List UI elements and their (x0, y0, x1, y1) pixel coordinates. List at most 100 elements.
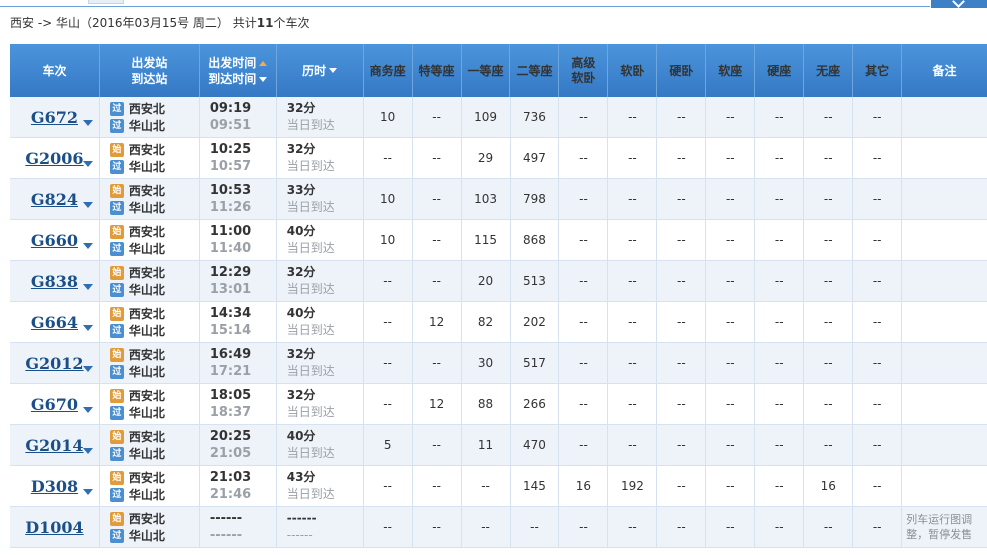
seat-availability: 10 (364, 97, 413, 137)
header-seat-9: 无座 (804, 44, 854, 97)
search-bar-strip (0, 0, 987, 8)
seat-count: -- (872, 397, 882, 411)
seat-count: -- (823, 356, 833, 370)
table-row: G664 始西安北过华山北 14:34 15:14 40分 当日到达 -- 12 82 202 --… (10, 302, 987, 343)
train-number-link[interactable]: G2012 (25, 354, 83, 373)
to-station: 过华山北 (109, 527, 165, 544)
seat-count: -- (725, 110, 735, 124)
duration: 33分 (286, 183, 316, 197)
stations-cell: 始西安北过华山北 (100, 507, 200, 547)
seat-count: -- (579, 356, 588, 370)
duration: 32分 (286, 265, 316, 279)
expand-details-icon[interactable] (82, 325, 93, 331)
seat-availability: -- (559, 179, 609, 219)
header-stations: 出发站 到达站 (100, 44, 200, 97)
train-number-link[interactable]: G660 (31, 231, 78, 250)
seat-availability: 103 (462, 179, 511, 219)
seat-count: -- (774, 315, 784, 329)
header-train: 车次 (10, 44, 100, 97)
arrival-day: 当日到达 (286, 323, 335, 337)
search-field-border (0, 6, 930, 7)
duration-cell: 32分 当日到达 (277, 138, 364, 178)
table-body: G672 过西安北过华山北 09:19 09:51 32分 当日到达 10 -- 109 736-… (10, 97, 987, 548)
train-number-link[interactable]: G838 (31, 272, 78, 291)
expand-details-icon[interactable] (82, 202, 93, 208)
seat-count: -- (579, 397, 588, 411)
train-number-link[interactable]: D308 (31, 477, 78, 496)
seat-count: -- (628, 274, 637, 288)
train-number-link[interactable]: G2014 (25, 436, 83, 455)
departure-time: 10:25 (209, 142, 252, 157)
departure-time: 14:34 (209, 306, 252, 321)
duration-cell: 40分 当日到达 (277, 302, 364, 342)
expand-details-icon[interactable] (82, 448, 93, 454)
from-station-name: 西安北 (128, 266, 165, 280)
train-number-link[interactable]: G664 (31, 313, 78, 332)
expand-details-icon[interactable] (82, 120, 93, 126)
seat-availability: 470 (511, 425, 560, 465)
arrival-day: 当日到达 (286, 118, 335, 132)
header-time-sort[interactable]: 出发时间 到达时间 (200, 44, 277, 97)
seat-count: 517 (523, 356, 546, 370)
expand-details-icon[interactable] (82, 161, 93, 167)
arrival-time: 10:57 (209, 159, 252, 174)
seat-availability: -- (706, 302, 756, 342)
table-row: G672 过西安北过华山北 09:19 09:51 32分 当日到达 10 -- 109 736 -… (10, 97, 987, 138)
from-station-name: 西安北 (128, 512, 165, 526)
seat-count: -- (872, 356, 882, 370)
seat-count: -- (579, 274, 588, 288)
from-station-name: 西安北 (128, 348, 165, 362)
seat-count: -- (677, 356, 686, 370)
seat-availability: -- (608, 425, 658, 465)
to-station-name: 华山北 (128, 160, 165, 174)
table-row: G824 始西安北过华山北 10:53 11:26 33分 当日到达 10 -- 103 798 -… (10, 179, 987, 220)
seat-count: -- (383, 274, 392, 288)
seat-availability: -- (853, 220, 903, 260)
from-station: 始西安北 (109, 387, 165, 404)
train-number-link[interactable]: G672 (31, 108, 78, 127)
to-station-name: 华山北 (128, 529, 165, 543)
seat-availability: -- (706, 179, 756, 219)
train-cell: G660 (10, 220, 100, 260)
arrival-time: 18:37 (209, 405, 252, 420)
seat-availability: -- (559, 97, 609, 137)
seat-count: -- (677, 315, 686, 329)
duration-cell: 32分 当日到达 (277, 261, 364, 301)
seat-availability: 12 (413, 302, 462, 342)
to-station-name: 华山北 (128, 365, 165, 379)
header-duration-sort[interactable]: 历时 (277, 44, 364, 97)
time-cell: 11:00 11:40 (200, 220, 277, 260)
table-row: G2014 始西安北过华山北 20:25 21:05 40分 当日到达 5 -- 11 470 --… (10, 425, 987, 466)
train-number-link[interactable]: G670 (31, 395, 78, 414)
departure-time: 21:03 (209, 470, 252, 485)
seat-count: 202 (523, 315, 546, 329)
search-field-button[interactable] (88, 0, 124, 4)
train-number-link[interactable]: G824 (31, 190, 78, 209)
search-dropdown-button[interactable] (931, 0, 987, 8)
expand-details-icon[interactable] (82, 284, 93, 290)
seat-count: -- (677, 397, 686, 411)
from-station: 始西安北 (109, 469, 165, 486)
from-station-name: 西安北 (128, 143, 165, 157)
expand-details-icon[interactable] (82, 366, 93, 372)
seat-count: -- (432, 520, 441, 534)
arrival-time: 11:40 (209, 241, 252, 256)
expand-details-icon[interactable] (82, 243, 93, 249)
stations-cell: 始西安北过华山北 (100, 425, 200, 465)
duration-cell: 40分 当日到达 (277, 425, 364, 465)
pass-badge-icon: 过 (109, 282, 124, 297)
train-number-link[interactable]: D1004 (25, 518, 83, 537)
seat-availability: -- (804, 261, 854, 301)
seat-count: -- (579, 192, 588, 206)
seat-count: -- (872, 315, 882, 329)
arrival-time: ------ (209, 528, 243, 543)
expand-details-icon[interactable] (82, 407, 93, 413)
train-number-link[interactable]: G2006 (25, 149, 83, 168)
table-row: G838 始西安北过华山北 12:29 13:01 32分 当日到达 -- -- 20 513 --… (10, 261, 987, 302)
seat-count: 497 (523, 151, 546, 165)
note-cell (902, 220, 987, 260)
seat-count: 145 (523, 479, 546, 493)
expand-details-icon[interactable] (82, 489, 93, 495)
seat-availability: -- (608, 261, 658, 301)
seat-count: -- (677, 151, 686, 165)
